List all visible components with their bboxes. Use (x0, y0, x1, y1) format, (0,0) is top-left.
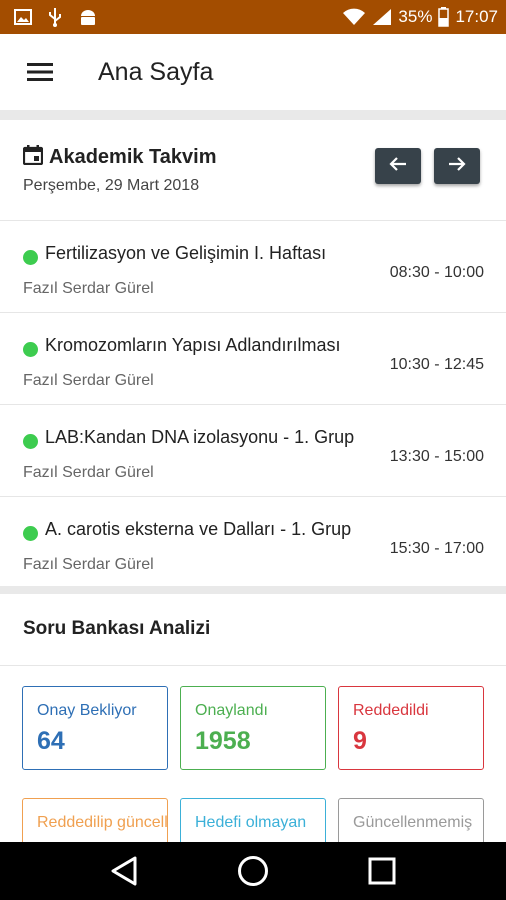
stat-label: Reddedildi (353, 702, 429, 719)
calendar-icon (22, 145, 44, 170)
section-divider (0, 110, 506, 120)
system-navigation-bar (0, 842, 506, 900)
event-title: A. carotis eksterna ve Dalları - 1. Grup (45, 519, 352, 539)
question-bank-title: Soru Bankası Analizi (23, 618, 211, 639)
prev-day-button[interactable] (375, 148, 421, 184)
android-icon (78, 8, 98, 26)
stat-value: 9 (353, 727, 367, 755)
stat-label: Onay Bekliyor (37, 702, 137, 719)
stat-card-approved[interactable]: Onaylandı 1958 (180, 686, 326, 770)
image-icon (14, 8, 32, 26)
wifi-icon (342, 8, 366, 26)
section-divider (0, 586, 506, 594)
event-lecturer: Fazıl Serdar Gürel (23, 372, 154, 389)
event-title: Kromozomların Yapısı Adlandırılması (45, 335, 341, 355)
signal-icon (372, 8, 392, 26)
status-dot (23, 250, 38, 265)
stat-label: Güncellenmemiş (353, 814, 473, 831)
next-day-button[interactable] (434, 148, 480, 184)
usb-icon (48, 7, 62, 27)
stat-card-rejected[interactable]: Reddedildi 9 (338, 686, 484, 770)
calendar-event[interactable]: Kromozomların Yapısı Adlandırılması Fazı… (0, 313, 506, 405)
academic-calendar-header: Akademik Takvim Perşembe, 29 Mart 2018 (0, 120, 506, 221)
stat-label: Reddedilip güncellenmeyen (37, 814, 168, 831)
arrow-left-icon (389, 156, 407, 177)
stat-card-pending[interactable]: Onay Bekliyor 64 (22, 686, 168, 770)
event-lecturer: Fazıl Serdar Gürel (23, 280, 154, 297)
stat-label: Hedefi olmayan (195, 814, 307, 831)
status-dot (23, 434, 38, 449)
home-circle-icon[interactable] (223, 842, 283, 900)
status-bar: 35% 17:07 (0, 0, 506, 34)
app-bar: Ana Sayfa (0, 34, 506, 110)
status-dot (23, 342, 38, 357)
calendar-date: Perşembe, 29 Mart 2018 (23, 177, 200, 194)
arrow-right-icon (448, 156, 466, 177)
clock: 17:07 (455, 7, 498, 26)
calendar-event[interactable]: A. carotis eksterna ve Dalları - 1. Grup… (0, 497, 506, 588)
event-time: 15:30 - 17:00 (389, 540, 484, 557)
battery-percent: 35% (398, 7, 433, 26)
event-time: 13:30 - 15:00 (389, 448, 484, 465)
calendar-event[interactable]: LAB:Kandan DNA izolasyonu - 1. Grup Fazı… (0, 405, 506, 497)
stat-label: Onaylandı (195, 702, 268, 719)
stat-value: 64 (37, 727, 65, 755)
section-divider (0, 665, 506, 666)
event-time: 08:30 - 10:00 (389, 264, 484, 281)
calendar-event[interactable]: Fertilizasyon ve Gelişimin I. Haftası Fa… (0, 221, 506, 313)
event-time: 10:30 - 12:45 (389, 356, 484, 373)
event-title: LAB:Kandan DNA izolasyonu - 1. Grup (45, 427, 355, 447)
calendar-title: Akademik Takvim (49, 146, 217, 168)
hamburger-menu-icon[interactable] (24, 56, 56, 88)
event-lecturer: Fazıl Serdar Gürel (23, 464, 154, 481)
battery-icon (438, 7, 450, 27)
recents-square-icon[interactable] (352, 842, 412, 900)
back-triangle-icon[interactable] (94, 842, 154, 900)
event-lecturer: Fazıl Serdar Gürel (23, 556, 154, 573)
status-dot (23, 526, 38, 541)
page-title: Ana Sayfa (98, 57, 214, 86)
stat-value: 1958 (195, 727, 251, 755)
event-title: Fertilizasyon ve Gelişimin I. Haftası (45, 243, 327, 263)
